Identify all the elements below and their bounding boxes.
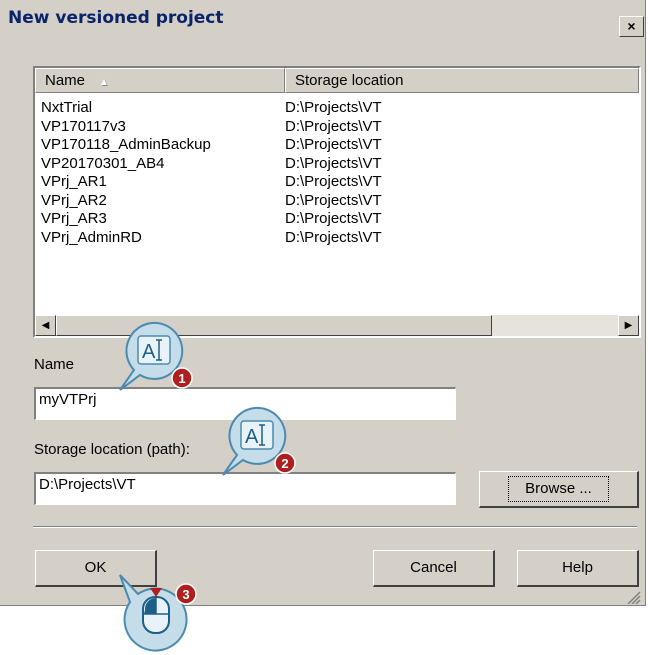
title-bar: New versioned project × [0,0,644,37]
storage-location-label: Storage location (path): [34,441,190,458]
svg-text:A: A [245,426,259,448]
callout-3: 3 [119,574,197,652]
cancel-button[interactable]: Cancel [373,550,495,587]
svg-text:2: 2 [281,456,288,471]
close-button[interactable]: × [619,16,644,37]
text-cursor-icon: A [245,424,265,448]
help-button[interactable]: Help [517,550,639,587]
list-item[interactable]: VPrj_AR3 D:\Projects\VT [41,210,631,229]
list-item[interactable]: VP170117v3 D:\Projects\VT [41,118,631,137]
list-rows: NxtTrial D:\Projects\VT VP170117v3 D:\Proj… [41,99,631,247]
name-label: Name [34,356,75,373]
text-cursor-icon: A [142,339,162,363]
list-item[interactable]: VPrj_AR2 D:\Projects\VT [41,192,631,211]
svg-text:3: 3 [182,587,189,602]
list-item[interactable]: VPrj_AR1 D:\Projects\VT [41,173,631,192]
list-item[interactable]: VP170118_AdminBackup D:\Projects\VT [41,136,631,155]
callout-1: A 1 [119,321,193,391]
close-icon: × [627,18,636,34]
project-list[interactable]: Name ▲ Storage location NxtTrial D:\Projec… [33,66,641,338]
resize-grip-icon[interactable] [626,590,642,604]
list-item[interactable]: VP20170301_AB4 D:\Projects\VT [41,155,631,174]
list-item[interactable]: VPrj_AdminRD D:\Projects\VT [41,229,631,248]
new-versioned-project-dialog: New versioned project × Name ▲ Storage lo… [0,0,646,606]
scroll-left-button[interactable]: ◀ [35,315,56,336]
arrow-left-icon: ◀ [41,320,50,331]
sort-ascending-icon: ▲ [99,77,109,88]
list-item[interactable]: NxtTrial D:\Projects\VT [41,99,631,118]
arrow-right-icon: ▶ [624,320,633,331]
svg-text:A: A [142,341,156,363]
svg-text:1: 1 [178,371,185,386]
callout-2: A 2 [222,406,296,476]
scroll-right-button[interactable]: ▶ [618,315,639,336]
dialog-title: New versioned project [8,8,224,28]
column-header-name[interactable]: Name ▲ [35,68,285,93]
list-header: Name ▲ Storage location [35,68,639,93]
column-header-storage-location[interactable]: Storage location [285,68,639,93]
separator [33,526,637,528]
browse-button[interactable]: Browse ... [479,471,639,508]
